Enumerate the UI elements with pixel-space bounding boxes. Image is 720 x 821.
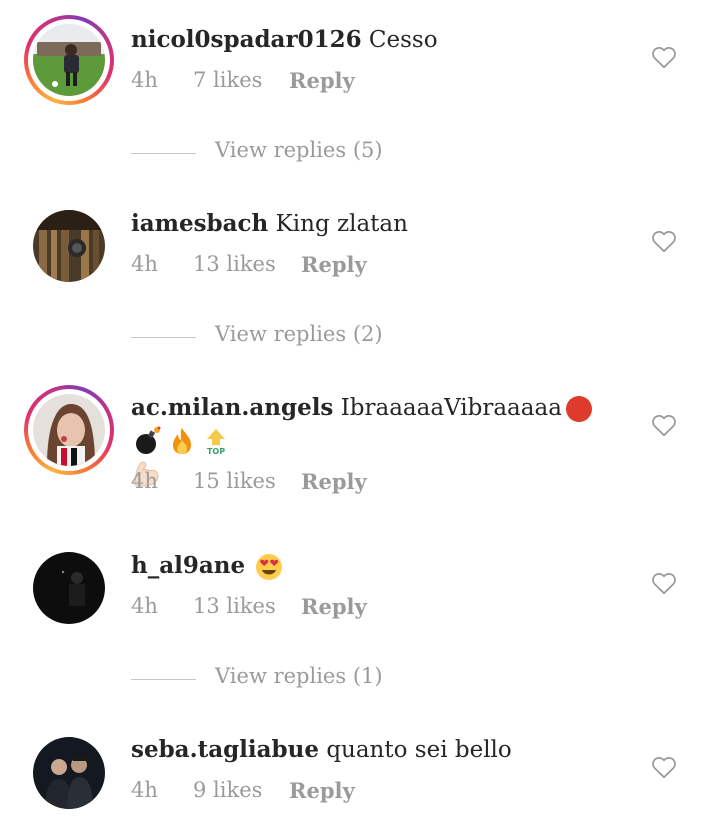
likes-count[interactable]: 13 likes: [193, 252, 276, 276]
divider-line: [131, 337, 196, 338]
reply-button[interactable]: Reply: [289, 68, 355, 93]
view-replies-label[interactable]: View replies (2): [215, 322, 383, 346]
heart-outline-icon[interactable]: [651, 571, 677, 595]
likes-count[interactable]: 15 likes: [193, 469, 276, 493]
timestamp: 4h: [131, 469, 158, 493]
comment-body: Cesso: [368, 27, 438, 53]
reply-button[interactable]: Reply: [301, 252, 367, 277]
likes-count[interactable]: 13 likes: [193, 594, 276, 618]
view-replies-button[interactable]: View replies (5): [131, 138, 431, 168]
view-replies-button[interactable]: View replies (1): [131, 664, 431, 694]
top-arrow-emoji: TOP: [201, 426, 231, 456]
comment-body: quanto sei bello: [326, 737, 512, 763]
avatar[interactable]: [33, 552, 105, 624]
username[interactable]: seba.tagliabue: [131, 736, 319, 763]
avatar[interactable]: [24, 385, 114, 475]
view-replies-label[interactable]: View replies (1): [215, 664, 383, 688]
username[interactable]: ac.milan.angels: [131, 394, 333, 421]
divider-line: [131, 679, 196, 680]
timestamp: 4h: [131, 68, 158, 92]
heart-outline-icon[interactable]: [651, 45, 677, 69]
username[interactable]: nicol0spadar0126: [131, 26, 362, 53]
heart-outline-icon[interactable]: [651, 755, 677, 779]
fire-emoji: [167, 426, 197, 456]
username[interactable]: h_al9ane: [131, 552, 245, 579]
red-circle-emoji: [564, 394, 594, 424]
likes-count[interactable]: 7 likes: [193, 68, 262, 92]
likes-count[interactable]: 9 likes: [193, 778, 262, 802]
bomb-emoji: [133, 426, 163, 456]
view-replies-button[interactable]: View replies (2): [131, 322, 431, 352]
username[interactable]: iamesbach: [131, 210, 268, 237]
reply-button[interactable]: Reply: [301, 594, 367, 619]
heart-outline-icon[interactable]: [651, 229, 677, 253]
heart-eyes-emoji: [254, 552, 284, 582]
avatar[interactable]: [33, 210, 105, 282]
comment-body: King zlatan: [275, 211, 408, 237]
view-replies-label[interactable]: View replies (5): [215, 138, 383, 162]
timestamp: 4h: [131, 778, 158, 802]
heart-outline-icon[interactable]: [651, 413, 677, 437]
comment-body: IbraaaaaVibraaaaa: [340, 395, 562, 421]
avatar[interactable]: [24, 15, 114, 105]
timestamp: 4h: [131, 594, 158, 618]
reply-button[interactable]: Reply: [301, 469, 367, 494]
avatar[interactable]: [33, 737, 105, 809]
timestamp: 4h: [131, 252, 158, 276]
reply-button[interactable]: Reply: [289, 778, 355, 803]
svg-text:TOP: TOP: [207, 447, 225, 456]
divider-line: [131, 153, 196, 154]
